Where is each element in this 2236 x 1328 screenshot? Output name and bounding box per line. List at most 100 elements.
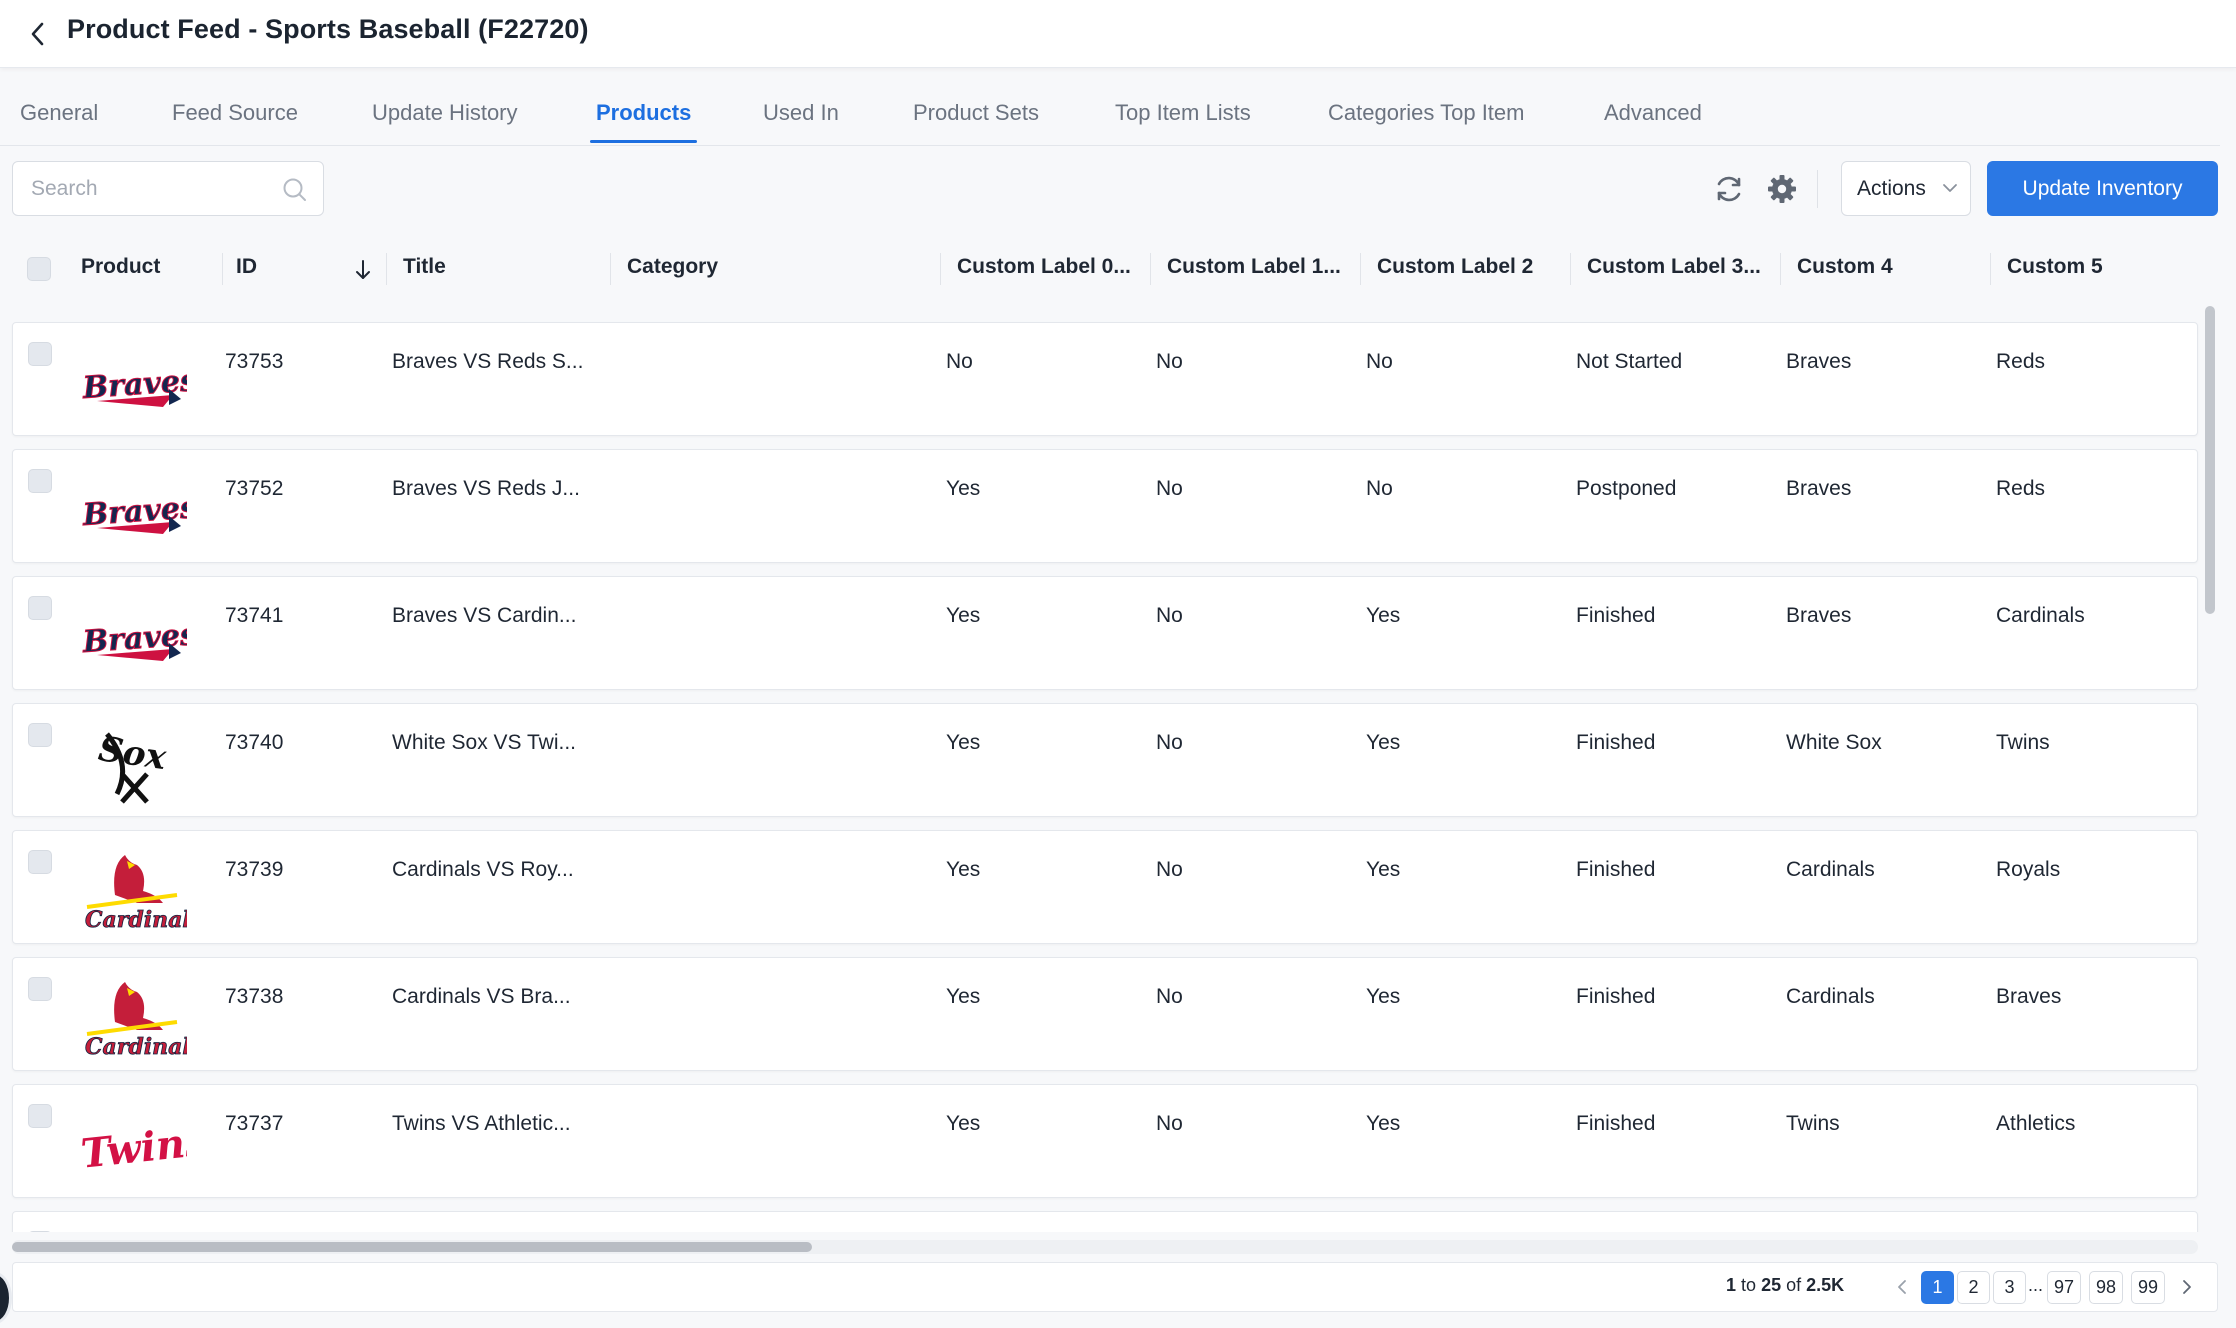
cell-c4: Cardinals: [1786, 858, 1875, 881]
cell-title[interactable]: Braves VS Reds J...: [392, 477, 580, 501]
chevron-left-icon: [1898, 1280, 1906, 1294]
col-custom-4[interactable]: Custom 4: [1797, 255, 1893, 279]
col-title[interactable]: Title: [403, 255, 446, 279]
column-divider[interactable]: [1360, 253, 1361, 285]
refresh-button[interactable]: [1709, 169, 1749, 209]
table-row[interactable]: Sox 73740 White Sox VS Twi... Yes No Yes Fini…: [12, 703, 2198, 817]
cell-cl0: Yes: [946, 985, 981, 1008]
page-97-button[interactable]: 97: [2047, 1271, 2082, 1304]
column-divider[interactable]: [386, 253, 387, 285]
sort-descending-icon[interactable]: [354, 258, 372, 282]
row-checkbox[interactable]: [28, 977, 52, 1001]
column-divider[interactable]: [1570, 253, 1571, 285]
cell-cl3: Finished: [1576, 1112, 1656, 1135]
table-row[interactable]: Braves 73741 Braves VS Cardin... Yes No Yes F…: [12, 576, 2198, 690]
row-checkbox[interactable]: [28, 850, 52, 874]
cell-cl2: Yes: [1366, 1112, 1401, 1135]
tab-product-sets[interactable]: Product Sets: [913, 100, 1039, 142]
page-98-button[interactable]: 98: [2089, 1271, 2124, 1304]
cell-title[interactable]: White Sox VS Twi...: [392, 731, 576, 755]
col-category[interactable]: Category: [627, 255, 718, 279]
row-checkbox[interactable]: [28, 469, 52, 493]
cell-cl3: Finished: [1576, 604, 1656, 627]
cell-cl2: Yes: [1366, 731, 1401, 754]
horizontal-scrollbar-thumb[interactable]: [12, 1242, 812, 1252]
select-all-checkbox[interactable]: [27, 257, 51, 281]
column-divider[interactable]: [1150, 253, 1151, 285]
cell-cl1: No: [1156, 858, 1183, 881]
row-checkbox[interactable]: [28, 1231, 52, 1232]
cell-c5: Twins: [1996, 731, 2050, 754]
tab-products[interactable]: Products: [589, 100, 698, 143]
row-checkbox[interactable]: [28, 596, 52, 620]
toolbar-divider: [1817, 170, 1818, 208]
column-divider[interactable]: [610, 253, 611, 285]
col-id[interactable]: ID: [236, 255, 257, 279]
help-chat-button[interactable]: [0, 1272, 12, 1324]
chevron-left-icon: [31, 22, 44, 46]
tab-feed-source[interactable]: Feed Source: [172, 100, 298, 142]
row-checkbox[interactable]: [28, 342, 52, 366]
page-1-button[interactable]: 1: [1921, 1271, 1954, 1304]
vertical-scrollbar-thumb[interactable]: [2205, 306, 2215, 614]
tab-update-history[interactable]: Update History: [372, 100, 518, 142]
settings-button[interactable]: [1762, 169, 1802, 209]
tab-categories-top-item[interactable]: Categories Top Item: [1328, 100, 1524, 142]
cell-c5: Athletics: [1996, 1112, 2076, 1135]
tab-general[interactable]: General: [20, 100, 98, 142]
cell-title[interactable]: Cardinals VS Roy...: [392, 858, 574, 882]
column-divider[interactable]: [1990, 253, 1991, 285]
cell-title[interactable]: Twins VS Athletic...: [392, 1112, 571, 1136]
column-divider[interactable]: [222, 253, 223, 285]
search-icon[interactable]: [281, 176, 309, 204]
table-row[interactable]: Braves 73753 Braves VS Reds S... No No No Not…: [12, 322, 2198, 436]
update-inventory-button[interactable]: Update Inventory: [1987, 161, 2218, 216]
range-to-word: to: [1741, 1275, 1757, 1295]
col-custom-5[interactable]: Custom 5: [2007, 255, 2103, 279]
page-99-button[interactable]: 99: [2131, 1271, 2166, 1304]
record-count: 1 to 25 of 2.5K: [1726, 1275, 1844, 1296]
cell-c4: Braves: [1786, 604, 1852, 627]
cell-cl1: No: [1156, 1112, 1183, 1135]
cell-cl0: Yes: [946, 1112, 981, 1135]
col-custom-label-1[interactable]: Custom Label 1...: [1167, 255, 1341, 279]
search-box: [12, 161, 324, 216]
row-checkbox[interactable]: [28, 1104, 52, 1128]
page-2-button[interactable]: 2: [1957, 1271, 1990, 1304]
pagination-bar: 1 to 25 of 2.5K 1 2 3 ... 97 98 99: [12, 1262, 2218, 1312]
cell-title[interactable]: Cardinals VS Bra...: [392, 985, 571, 1009]
col-custom-label-3[interactable]: Custom Label 3...: [1587, 255, 1761, 279]
svg-text:Cardinals: Cardinals: [85, 907, 187, 933]
cell-c5: Royals: [1996, 858, 2061, 881]
cell-cl1: No: [1156, 477, 1183, 500]
tab-used-in[interactable]: Used In: [763, 100, 839, 142]
page-title: Product Feed - Sports Baseball (F22720): [67, 14, 589, 44]
actions-dropdown[interactable]: Actions: [1841, 161, 1971, 216]
col-product[interactable]: Product: [81, 255, 160, 279]
table-row[interactable]: Braves 73752 Braves VS Reds J... Yes No No Po…: [12, 449, 2198, 563]
table-row[interactable]: 73736Guardians VS Ro...NoNoNoNot Started…: [12, 1211, 2198, 1232]
cell-cl3: Finished: [1576, 985, 1656, 1008]
column-divider[interactable]: [940, 253, 941, 285]
cell-title[interactable]: Braves VS Reds S...: [392, 350, 583, 374]
back-button[interactable]: [20, 16, 56, 52]
cell-cl2: No: [1366, 477, 1393, 500]
prev-page-button[interactable]: [1891, 1275, 1913, 1299]
row-checkbox[interactable]: [28, 723, 52, 747]
table-row[interactable]: Cardinals 73738 Cardinals VS Bra... Yes No Y…: [12, 957, 2198, 1071]
tab-advanced[interactable]: Advanced: [1604, 100, 1702, 142]
table-row[interactable]: Cardinals 73739 Cardinals VS Roy... Yes No Y…: [12, 830, 2198, 944]
table-header: Product ID Title Category Custom Label 0…: [12, 245, 2220, 293]
col-custom-label-0[interactable]: Custom Label 0...: [957, 255, 1131, 279]
next-page-button[interactable]: [2176, 1275, 2198, 1299]
cell-title[interactable]: Braves VS Cardin...: [392, 604, 576, 628]
table-row[interactable]: Twins 73737 Twins VS Athletic... Yes No Yes F…: [12, 1084, 2198, 1198]
cardinals-logo: Cardinals: [77, 978, 203, 1060]
cell-c4: White Sox: [1786, 731, 1882, 754]
page-3-button[interactable]: 3: [1993, 1271, 2026, 1304]
tab-top-item-lists[interactable]: Top Item Lists: [1115, 100, 1251, 142]
search-input[interactable]: [31, 174, 271, 204]
column-divider[interactable]: [1780, 253, 1781, 285]
cell-c5: Reds: [1996, 477, 2046, 500]
col-custom-label-2[interactable]: Custom Label 2: [1377, 255, 1533, 279]
